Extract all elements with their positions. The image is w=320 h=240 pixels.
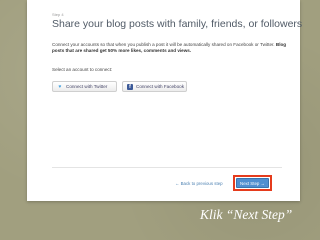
connect-twitter-label: Connect with Twitter [66, 84, 108, 89]
connect-facebook-button[interactable]: f Connect with Facebook [122, 81, 187, 92]
facebook-icon: f [127, 83, 133, 90]
description-text: Connect your accounts so that when you p… [52, 42, 275, 47]
connect-twitter-button[interactable]: ♥ Connect with Twitter [52, 81, 117, 92]
page-title: Share your blog posts with family, frien… [52, 18, 303, 30]
highlight-box [233, 175, 272, 191]
screenshot-panel: Step 4 Share your blog posts with family… [27, 0, 303, 201]
twitter-icon: ♥ [58, 83, 62, 90]
slide-caption: Klik “Next Step” [200, 207, 293, 222]
description: Connect your accounts so that when you p… [52, 42, 287, 54]
connect-facebook-label: Connect with Facebook [136, 84, 185, 89]
footer-divider [52, 167, 282, 168]
step-label: Step 4 [52, 12, 64, 17]
select-account-label: Select an account to connect: [52, 67, 113, 72]
back-link[interactable]: ← Back to previous step [175, 181, 223, 186]
